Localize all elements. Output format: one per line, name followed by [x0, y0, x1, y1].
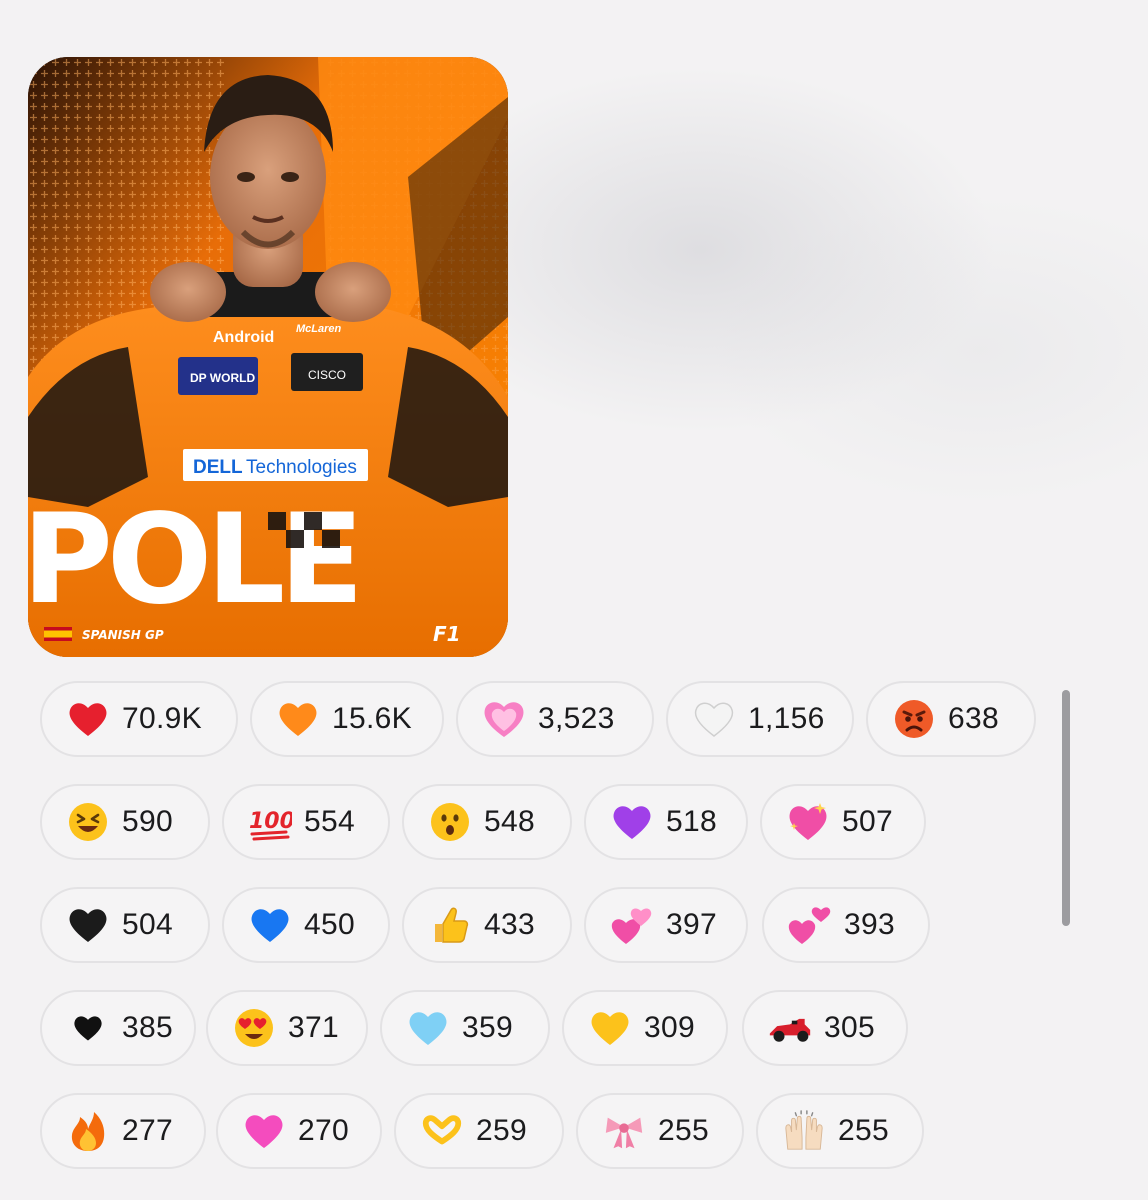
reaction-count: 1,156	[748, 702, 825, 735]
reaction-hundred-points[interactable]: 100 554	[222, 784, 390, 860]
reaction-count: 371	[288, 1011, 339, 1044]
black-heart-suit-icon	[66, 1006, 110, 1050]
white-heart-icon	[692, 697, 736, 741]
reaction-purple-heart[interactable]: 518	[584, 784, 748, 860]
pole-title: POLE	[28, 488, 358, 632]
surprised-face-icon	[428, 800, 472, 844]
reaction-count: 507	[842, 805, 893, 838]
two-hearts-icon	[610, 903, 654, 947]
reaction-black-heart[interactable]: 504	[40, 887, 210, 963]
reaction-count: 397	[666, 908, 717, 941]
blue-heart-icon	[248, 903, 292, 947]
reaction-count: 70.9K	[122, 702, 202, 735]
scrollbar[interactable]	[1062, 690, 1070, 926]
sparkling-heart-icon	[786, 800, 830, 844]
heart-hands-icon	[420, 1109, 464, 1153]
reaction-count: 3,523	[538, 702, 615, 735]
reaction-count: 277	[122, 1114, 173, 1147]
angry-face-icon	[892, 697, 936, 741]
reaction-count: 359	[462, 1011, 513, 1044]
reaction-blue-heart[interactable]: 450	[222, 887, 390, 963]
reaction-laughing-face[interactable]: 590	[40, 784, 210, 860]
reaction-count: 255	[838, 1114, 889, 1147]
reaction-two-hearts[interactable]: 397	[584, 887, 748, 963]
reaction-count: 590	[122, 805, 173, 838]
yellow-heart-icon	[588, 1006, 632, 1050]
reaction-revolving-hearts[interactable]: 393	[762, 887, 930, 963]
svg-text:Technologies: Technologies	[246, 457, 357, 478]
reaction-growing-heart[interactable]: 3,523	[456, 681, 654, 757]
hundred-points-icon: 100	[248, 800, 292, 844]
reaction-fire[interactable]: 277	[40, 1093, 206, 1169]
reaction-yellow-heart[interactable]: 309	[562, 990, 728, 1066]
post-image[interactable]: Android McLaren DP WORLD CISCO DELL Tech…	[28, 57, 508, 657]
reaction-count: 548	[484, 805, 535, 838]
svg-text:McLaren: McLaren	[296, 323, 342, 335]
reaction-ribbon[interactable]: 255	[576, 1093, 744, 1169]
reaction-count: 450	[304, 908, 355, 941]
growing-heart-icon	[482, 697, 526, 741]
reaction-angry-face[interactable]: 638	[866, 681, 1036, 757]
f1-logo: F1	[433, 622, 461, 646]
ribbon-icon	[602, 1109, 646, 1153]
reaction-racing-car[interactable]: 305	[742, 990, 908, 1066]
reaction-count: 255	[658, 1114, 709, 1147]
reaction-raising-hands[interactable]: 255	[756, 1093, 924, 1169]
reaction-count: 270	[298, 1114, 349, 1147]
reaction-count: 433	[484, 908, 535, 941]
reaction-count: 638	[948, 702, 999, 735]
thumbs-up-icon	[428, 903, 472, 947]
racing-car-icon	[768, 1006, 812, 1050]
red-heart-icon	[66, 697, 110, 741]
reaction-surprised-face[interactable]: 548	[402, 784, 572, 860]
reaction-count: 309	[644, 1011, 695, 1044]
svg-text:DP WORLD: DP WORLD	[190, 371, 255, 385]
reaction-heart-hands[interactable]: 259	[394, 1093, 564, 1169]
fire-icon	[66, 1109, 110, 1153]
reaction-heart-eyes-face[interactable]: 371	[206, 990, 368, 1066]
reaction-count: 518	[666, 805, 717, 838]
reaction-orange-heart[interactable]: 15.6K	[250, 681, 444, 757]
black-heart-icon	[66, 903, 110, 947]
svg-text:100: 100	[249, 809, 292, 834]
reaction-count: 393	[844, 908, 895, 941]
purple-heart-icon	[610, 800, 654, 844]
heart-eyes-face-icon	[232, 1006, 276, 1050]
reaction-count: 305	[824, 1011, 875, 1044]
reaction-red-heart[interactable]: 70.9K	[40, 681, 238, 757]
reaction-thumbs-up[interactable]: 433	[402, 887, 572, 963]
reaction-count: 554	[304, 805, 355, 838]
reaction-white-heart[interactable]: 1,156	[666, 681, 854, 757]
reaction-sparkling-heart[interactable]: 507	[760, 784, 926, 860]
svg-text:DELL: DELL	[193, 457, 243, 478]
sponsor-android: Android	[213, 329, 274, 346]
raising-hands-icon	[782, 1109, 826, 1153]
revolving-hearts-icon	[788, 903, 832, 947]
laughing-face-icon	[66, 800, 110, 844]
reaction-pink-heart[interactable]: 270	[216, 1093, 382, 1169]
reaction-count: 259	[476, 1114, 527, 1147]
race-label: SPANISH GP	[82, 628, 164, 642]
reaction-count: 504	[122, 908, 173, 941]
reaction-count: 385	[122, 1011, 173, 1044]
pink-heart-icon	[242, 1109, 286, 1153]
reaction-light-blue-heart[interactable]: 359	[380, 990, 550, 1066]
light-blue-heart-icon	[406, 1006, 450, 1050]
orange-heart-icon	[276, 697, 320, 741]
reaction-black-heart-suit[interactable]: 385	[40, 990, 196, 1066]
svg-text:CISCO: CISCO	[308, 368, 346, 382]
reaction-count: 15.6K	[332, 702, 412, 735]
